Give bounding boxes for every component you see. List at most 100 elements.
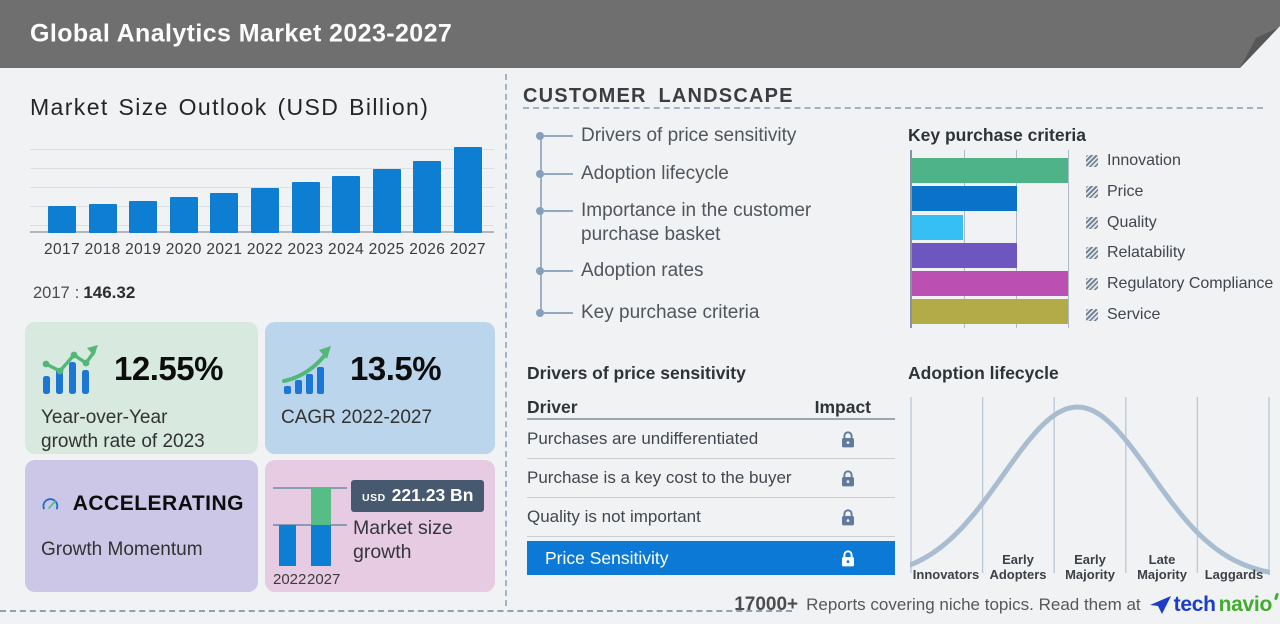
driver-label: Quality is not important: [527, 507, 701, 526]
base-year-number: 146.32: [83, 283, 136, 302]
momentum-label: Growth Momentum: [41, 539, 203, 560]
lifecycle-stage-label: Laggards: [1204, 567, 1264, 582]
market-size-bar-group: 2027: [450, 147, 486, 259]
market-size-chart: 2017 2018 2019 2020 2021 2022 2023 2024 2025 2026…: [30, 142, 494, 258]
customer-landscape-heading: CUSTOMER LANDSCAPE: [523, 85, 794, 107]
incremental-growth-value: 221.23 Bn: [391, 485, 474, 505]
technavio-logo[interactable]: tech navio: [1149, 592, 1280, 617]
logo-trademark-tick: [1273, 592, 1280, 601]
mini-bar-2027-increment: [311, 488, 331, 525]
x-tick-label: 2024: [328, 241, 365, 258]
x-tick-label: 2021: [206, 241, 243, 258]
x-tick-label: 2018: [84, 241, 121, 258]
footer-text: Reports covering niche topics. Read them…: [806, 595, 1141, 614]
landscape-item: Key purchase criteria: [523, 301, 881, 325]
x-tick-label: 2025: [368, 241, 405, 258]
base-year-value: 2017:146.32: [33, 283, 135, 303]
lock-icon: [842, 549, 854, 566]
x-tick-label: 2022: [246, 241, 283, 258]
x-tick-label: 2026: [409, 241, 446, 258]
driver-label: Purchases are undifferentiated: [527, 429, 759, 448]
kpc-legend-item: Regulatory Compliance: [1086, 275, 1273, 293]
market-size-bar-2024: [332, 176, 361, 233]
key-purchase-criteria-chart: [910, 150, 1072, 328]
market-size-bar-2021: [210, 193, 239, 233]
lock-icon: [842, 430, 854, 447]
market-size-bar-2020: [169, 197, 198, 233]
list-node-dot: [536, 267, 544, 275]
legend-label: Price: [1107, 182, 1144, 200]
drivers-table: Driver Impact Purchases are undifferenti…: [527, 394, 895, 575]
market-size-bar-2017: [48, 206, 77, 233]
landscape-item: Adoption rates: [523, 259, 881, 283]
market-size-bar-2019: [129, 201, 158, 233]
key-purchase-criteria-title: Key purchase criteria: [908, 125, 1087, 145]
price-sensitivity-label: Price Sensitivity: [545, 547, 669, 568]
kpc-legend-item: Quality: [1086, 214, 1273, 232]
legend-label: Relatability: [1107, 244, 1186, 262]
market-size-bar-2022: [250, 188, 279, 233]
technavio-arrow-icon: [1149, 596, 1171, 614]
landscape-item: Adoption lifecycle: [523, 162, 881, 186]
market-size-bar-group: 2020: [166, 197, 202, 259]
kpc-bar-regulatory-compliance: [912, 271, 1068, 297]
market-size-bar-group: 2024: [328, 176, 364, 259]
market-size-growth-label: Market size growth: [353, 517, 453, 563]
list-node-dot: [536, 132, 544, 140]
market-size-bar-group: 2022: [247, 188, 283, 259]
x-tick-label: 2020: [165, 241, 202, 258]
lifecycle-stage-label: Late Majority: [1137, 552, 1187, 582]
market-size-bar-2023: [291, 182, 320, 233]
infographic-page: Global Analytics Market 2023-2027 Market…: [0, 0, 1280, 624]
mini-bar-2027: [311, 488, 331, 566]
market-size-bar-2025: [372, 169, 401, 233]
landscape-item-label: Adoption lifecycle: [581, 163, 729, 184]
footer-divider: [0, 610, 792, 612]
stat-box-growth-amount: 2022 2027 USD 221.23 Bn Market size grow…: [265, 460, 495, 592]
incremental-growth-badge: USD 221.23 Bn: [351, 480, 485, 512]
year-label-2022: 2022: [273, 571, 307, 588]
adoption-lifecycle-labels: Innovators Early Adopters Early Majority La…: [910, 541, 1270, 582]
legend-label: Innovation: [1107, 152, 1181, 169]
market-size-bar-group: 2025: [369, 169, 405, 259]
mini-bar-2027-base: [311, 525, 331, 566]
driver-row: Purchases are undifferentiated: [527, 420, 895, 459]
yoy-growth-label: Year-over-Year growth rate of 2023: [41, 407, 205, 452]
logo-text-tech: tech: [1173, 593, 1216, 616]
drivers-table-header: Driver Impact: [527, 394, 895, 420]
speedometer-icon: [42, 498, 59, 510]
mini-chart-years: 2022 2027: [273, 571, 349, 588]
list-connector-line: [544, 173, 573, 175]
lock-icon: [842, 469, 854, 486]
x-tick-label: 2019: [125, 241, 162, 258]
lifecycle-stage-label: Innovators: [912, 567, 980, 582]
bar-trend-icon: [42, 345, 98, 394]
landscape-item: Importance in the customer purchase bask…: [523, 199, 881, 247]
kpc-bar-price: [912, 186, 1017, 212]
list-connector-line: [544, 270, 573, 272]
market-size-bar-group: 2021: [206, 193, 242, 259]
growth-arrow-icon: [282, 346, 331, 394]
stat-boxes: 12.55% Year-over-Year growth rate of 202…: [25, 322, 495, 592]
x-tick-label: 2017: [44, 241, 81, 258]
momentum-value: ACCELERATING: [72, 492, 244, 515]
lock-icon: [842, 508, 854, 525]
landscape-item-label: Drivers of price sensitivity: [581, 125, 797, 146]
landscape-item-label: Key purchase criteria: [581, 302, 760, 323]
yoy-growth-value: 12.55%: [114, 350, 223, 387]
drivers-rows: Purchases are undifferentiated Purchase …: [527, 420, 895, 537]
footer: 17000+ Reports covering niche topics. Re…: [734, 590, 1280, 620]
legend-label: Quality: [1107, 213, 1157, 231]
kpc-legend-item: Innovation: [1086, 152, 1273, 170]
lifecycle-stage-label: Early Adopters: [989, 552, 1047, 582]
market-size-chart-title: Market Size Outlook (USD Billion): [30, 94, 430, 120]
mini-bar-2022: [279, 525, 296, 566]
kpc-legend: Innovation Price Quality Relatability Regula…: [1086, 152, 1273, 324]
year-label-2027: 2027: [307, 571, 341, 588]
list-node-dot: [536, 207, 544, 215]
market-size-bar-group: 2018: [85, 204, 121, 259]
market-size-bar-2026: [413, 161, 442, 233]
lifecycle-stage-label: Early Majority: [1065, 552, 1115, 582]
impact-column-header: Impact: [814, 397, 871, 417]
list-node-dot: [536, 309, 544, 317]
